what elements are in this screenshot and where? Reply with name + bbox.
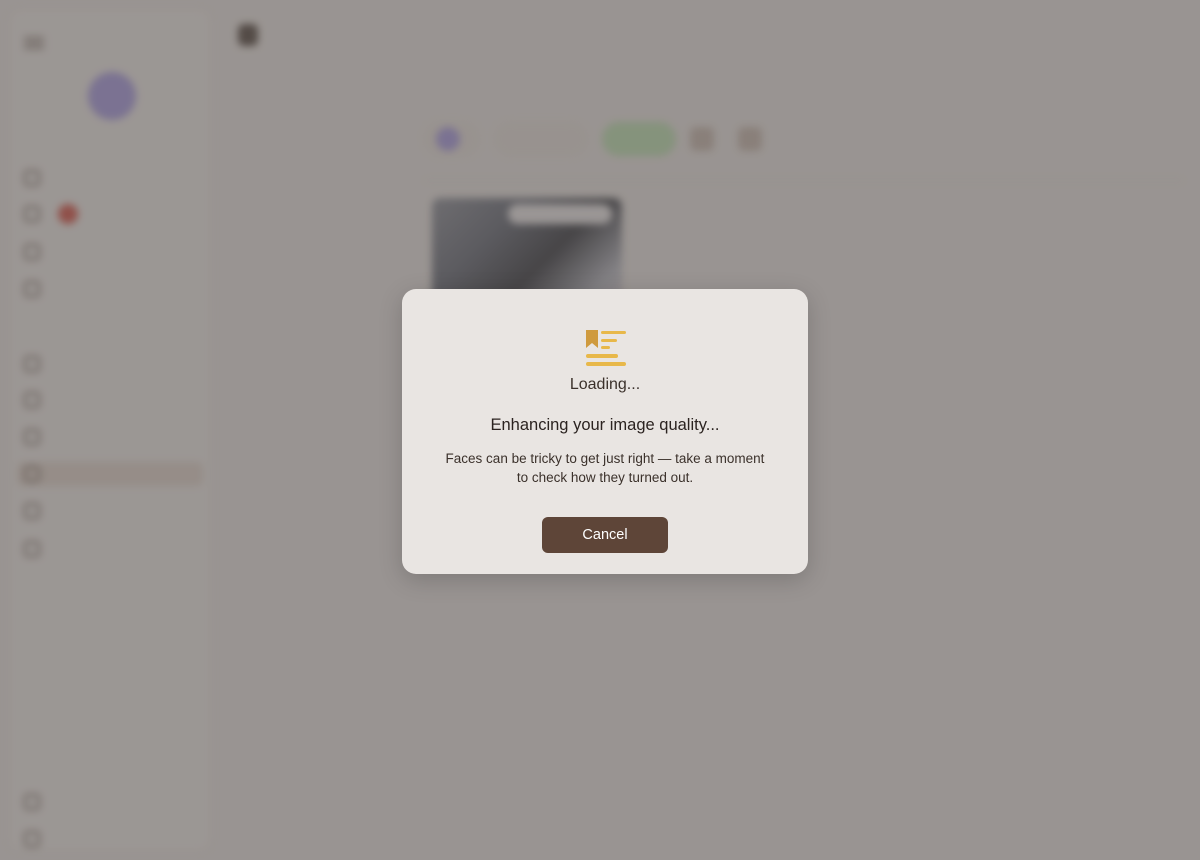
loading-dialog: Loading... Enhancing your image quality.… (402, 289, 808, 574)
cancel-button[interactable]: Cancel (542, 517, 668, 553)
dialog-message: Faces can be tricky to get just right — … (445, 451, 765, 485)
document-loading-icon (586, 330, 626, 366)
dialog-title: Enhancing your image quality... (490, 416, 720, 434)
loading-label: Loading... (569, 376, 641, 393)
